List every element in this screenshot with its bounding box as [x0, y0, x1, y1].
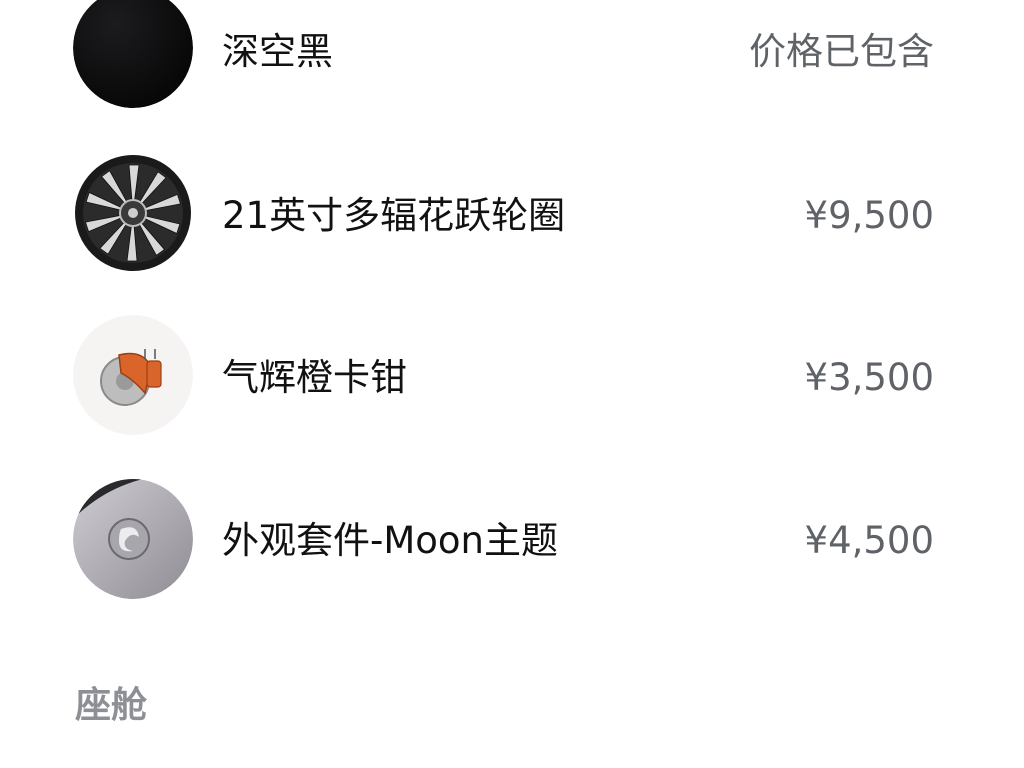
option-name: 深空黑 — [222, 30, 333, 73]
option-name: 气辉橙卡钳 — [222, 356, 407, 399]
option-row-calipers[interactable]: 气辉橙卡钳 ¥3,500 — [0, 300, 1024, 440]
option-price: ¥3,500 — [804, 356, 934, 399]
section-title-cabin: 座舱 — [75, 685, 148, 726]
black-paint-swatch-icon — [73, 0, 193, 108]
option-row-wheels[interactable]: 21英寸多辐花跃轮圈 ¥9,500 — [0, 140, 1024, 280]
option-price: 价格已包含 — [749, 30, 934, 73]
moon-theme-badge-icon — [73, 479, 193, 599]
option-name: 21英寸多辐花跃轮圈 — [222, 194, 566, 237]
option-name: 外观套件-Moon主题 — [222, 519, 558, 562]
brake-caliper-icon — [73, 315, 193, 435]
wheel-rim-icon — [73, 153, 193, 273]
options-list-page: 深空黑 价格已包含 21英寸多辐花跃轮圈 ¥9,500 气辉橙卡钳 ¥3,500… — [0, 0, 1024, 768]
option-price: ¥9,500 — [804, 194, 934, 237]
option-price: ¥4,500 — [804, 519, 934, 562]
option-row-paint[interactable]: 深空黑 价格已包含 — [0, 0, 1024, 140]
option-row-exterior-kit[interactable]: 外观套件-Moon主题 ¥4,500 — [0, 460, 1024, 600]
